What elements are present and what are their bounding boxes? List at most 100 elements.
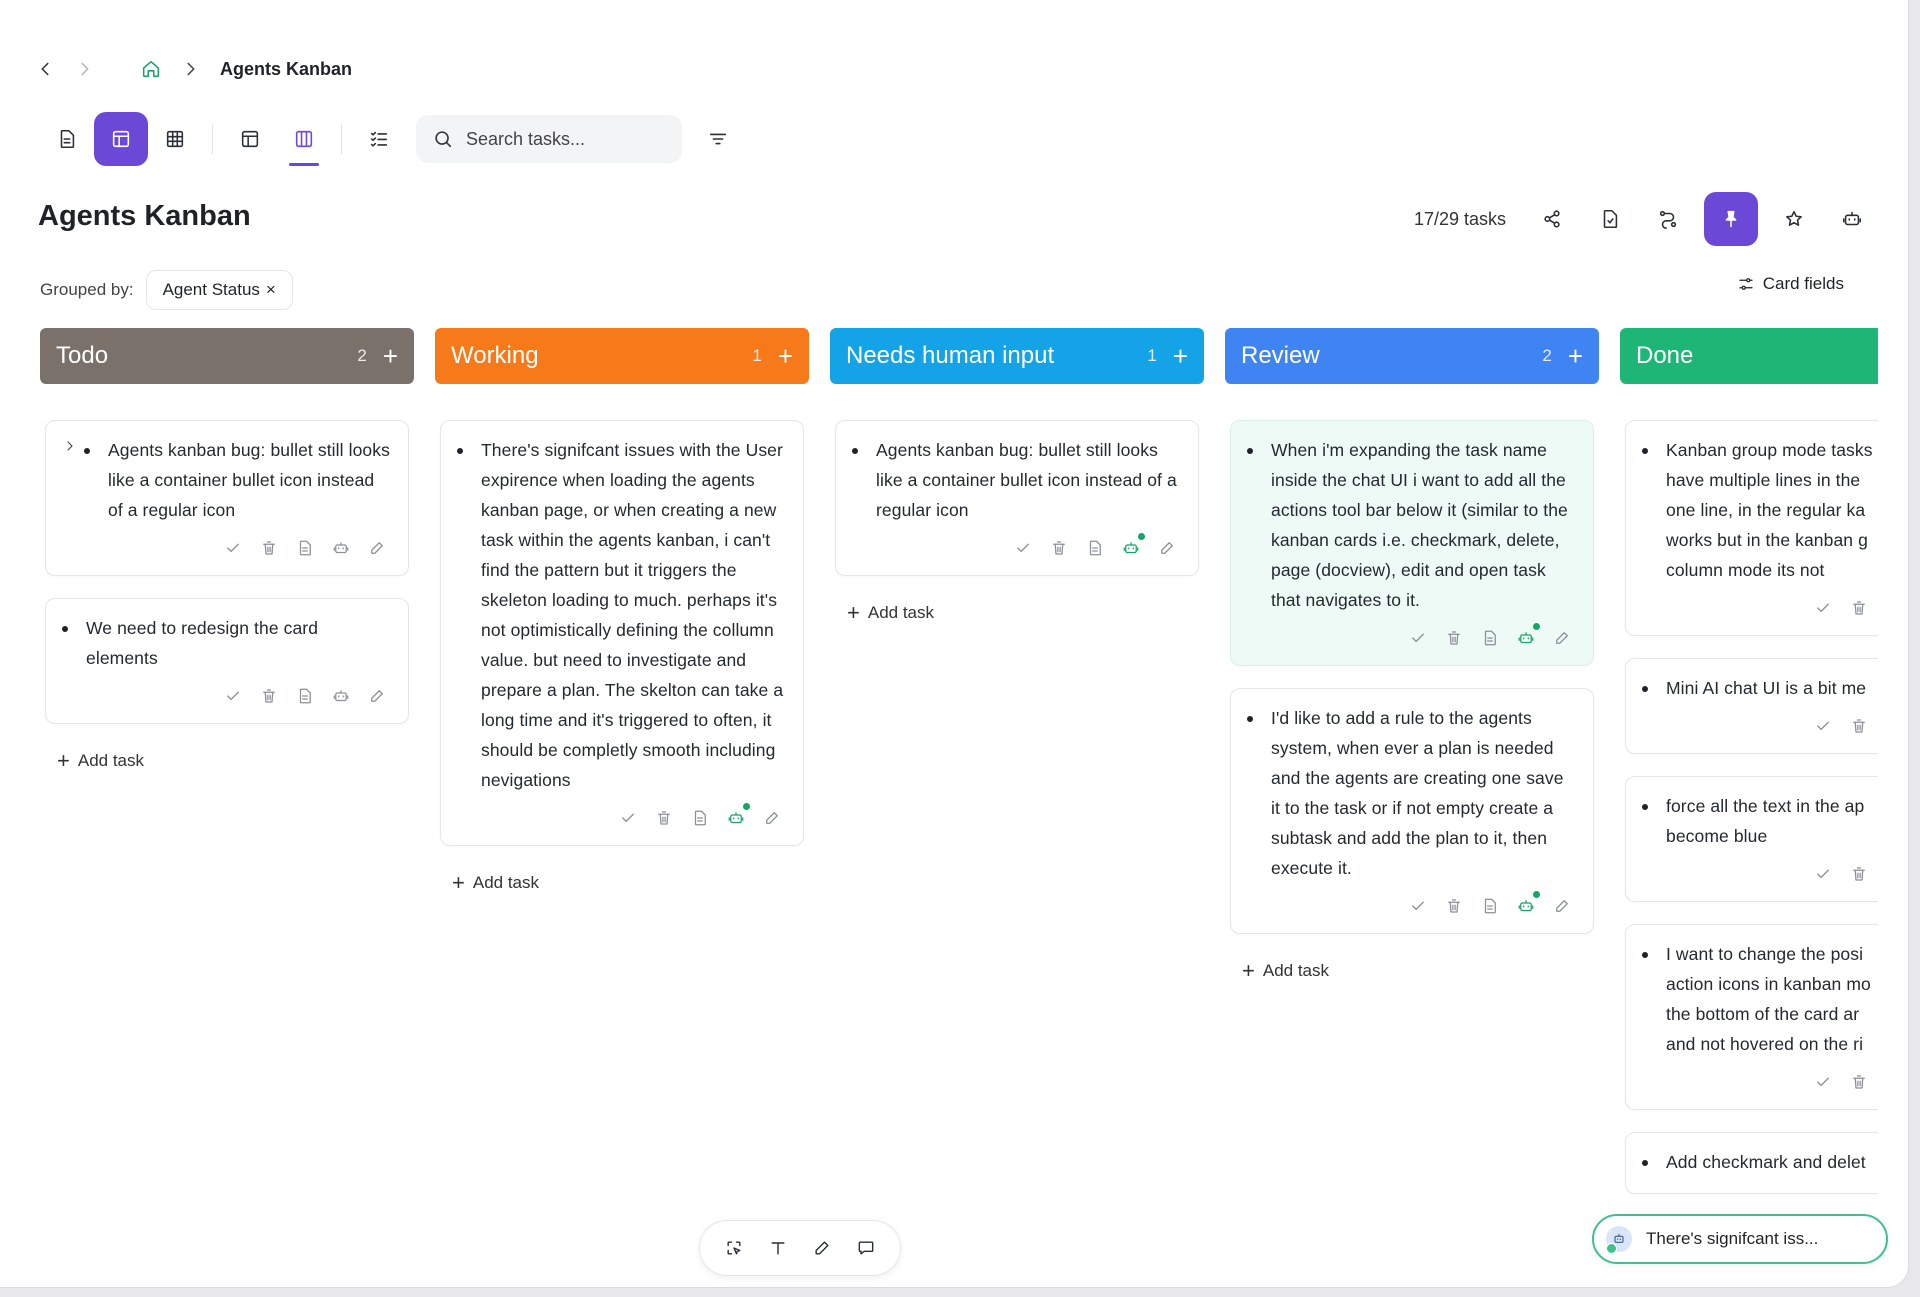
trash-icon[interactable] xyxy=(1443,627,1465,649)
doc-view-icon[interactable] xyxy=(689,807,711,829)
doc-view-icon[interactable] xyxy=(1479,627,1501,649)
edit-pencil-icon[interactable] xyxy=(1156,537,1178,559)
board-view-button[interactable] xyxy=(94,112,148,166)
star-icon[interactable] xyxy=(1772,197,1816,241)
task-title[interactable]: Agents kanban bug: bullet still looks li… xyxy=(876,435,1182,525)
task-card[interactable]: I'd like to add a rule to the agents sys… xyxy=(1230,688,1594,934)
agent-bot-icon[interactable] xyxy=(1515,891,1540,917)
breadcrumb-current[interactable]: Agents Kanban xyxy=(220,59,352,80)
add-card-icon[interactable]: + xyxy=(1568,343,1583,369)
bullet-icon xyxy=(1247,448,1253,454)
text-tool-icon[interactable] xyxy=(768,1238,788,1258)
check-icon[interactable] xyxy=(1812,715,1834,737)
task-title[interactable]: Kanban group mode tasks have multiple li… xyxy=(1666,435,1878,585)
check-icon[interactable] xyxy=(1407,627,1429,649)
task-card[interactable]: We need to redesign the card elements xyxy=(45,598,409,724)
add-card-icon[interactable]: + xyxy=(1173,343,1188,369)
agent-bot-icon[interactable] xyxy=(1120,533,1145,559)
task-title[interactable]: I want to change the posi action icons i… xyxy=(1666,939,1878,1059)
agent-bot-icon[interactable] xyxy=(725,803,750,829)
export-document-icon[interactable] xyxy=(1588,197,1632,241)
forward-icon[interactable] xyxy=(74,58,96,80)
group-chip-label: Agent Status xyxy=(162,280,260,299)
check-icon[interactable] xyxy=(222,537,244,559)
table-view-button[interactable] xyxy=(223,112,277,166)
task-title[interactable]: There's signifcant issues with the User … xyxy=(481,435,787,795)
check-icon[interactable] xyxy=(1812,597,1834,619)
agent-bot-icon[interactable] xyxy=(1515,623,1540,649)
check-icon[interactable] xyxy=(1407,895,1429,917)
check-icon[interactable] xyxy=(1812,863,1834,885)
task-title[interactable]: force all the text in the ap become blue xyxy=(1666,791,1878,851)
grid-view-button[interactable] xyxy=(148,112,202,166)
task-title[interactable]: When i'm expanding the task name inside … xyxy=(1271,435,1577,615)
remove-group-icon[interactable]: × xyxy=(266,280,276,300)
edit-pencil-icon[interactable] xyxy=(366,685,388,707)
doc-view-icon[interactable] xyxy=(1084,537,1106,559)
add-task-button[interactable]: + Add task xyxy=(835,598,1199,628)
share-icon[interactable] xyxy=(1530,197,1574,241)
task-card[interactable]: When i'm expanding the task name inside … xyxy=(1230,420,1594,666)
check-icon[interactable] xyxy=(1812,1071,1834,1093)
task-card[interactable]: Kanban group mode tasks have multiple li… xyxy=(1625,420,1878,636)
task-title[interactable]: I'd like to add a rule to the agents sys… xyxy=(1271,703,1577,883)
task-card[interactable]: Agents kanban bug: bullet still looks li… xyxy=(45,420,409,576)
task-title[interactable]: Mini AI chat UI is a bit me xyxy=(1666,673,1866,703)
add-card-icon[interactable]: + xyxy=(778,343,793,369)
trash-icon[interactable] xyxy=(653,807,675,829)
task-card[interactable]: Add checkmark and delet xyxy=(1625,1132,1878,1194)
back-icon[interactable] xyxy=(34,58,56,80)
add-card-icon[interactable]: + xyxy=(383,343,398,369)
agent-bot-icon[interactable] xyxy=(1830,197,1874,241)
column-header: Working 1 + xyxy=(435,328,809,384)
task-card[interactable]: force all the text in the ap become blue xyxy=(1625,776,1878,902)
home-icon[interactable] xyxy=(140,58,162,80)
task-card[interactable]: Agents kanban bug: bullet still looks li… xyxy=(835,420,1199,576)
add-task-button[interactable]: + Add task xyxy=(440,868,804,898)
column-title: Todo xyxy=(56,342,109,369)
add-task-button[interactable]: + Add task xyxy=(1230,956,1594,986)
trash-icon[interactable] xyxy=(1848,1071,1870,1093)
workflow-icon[interactable] xyxy=(1646,197,1690,241)
pen-tool-icon[interactable] xyxy=(812,1238,832,1258)
group-chip[interactable]: Agent Status × xyxy=(145,270,293,310)
search-input[interactable] xyxy=(464,127,658,151)
task-card[interactable]: I want to change the posi action icons i… xyxy=(1625,924,1878,1110)
expand-chevron-icon[interactable] xyxy=(62,438,78,457)
agent-bot-icon[interactable] xyxy=(330,685,352,707)
card-fields-button[interactable]: Card fields xyxy=(1737,274,1844,294)
edit-pencil-icon[interactable] xyxy=(761,807,783,829)
document-view-button[interactable] xyxy=(40,112,94,166)
trash-icon[interactable] xyxy=(1848,597,1870,619)
bullet-icon xyxy=(84,448,90,454)
trash-icon[interactable] xyxy=(1048,537,1070,559)
trash-icon[interactable] xyxy=(1848,715,1870,737)
trash-icon[interactable] xyxy=(258,537,280,559)
kanban-view-button[interactable] xyxy=(277,112,331,166)
task-card[interactable]: Mini AI chat UI is a bit me xyxy=(1625,658,1878,754)
check-icon[interactable] xyxy=(617,807,639,829)
task-title[interactable]: Add checkmark and delet xyxy=(1666,1147,1866,1177)
check-icon[interactable] xyxy=(222,685,244,707)
comment-tool-icon[interactable] xyxy=(856,1238,876,1258)
select-tool-icon[interactable] xyxy=(724,1238,744,1258)
task-title[interactable]: We need to redesign the card elements xyxy=(86,613,392,673)
agent-bot-icon[interactable] xyxy=(330,537,352,559)
trash-icon[interactable] xyxy=(1848,863,1870,885)
edit-pencil-icon[interactable] xyxy=(1551,895,1573,917)
check-icon[interactable] xyxy=(1012,537,1034,559)
edit-pencil-icon[interactable] xyxy=(366,537,388,559)
task-title[interactable]: Agents kanban bug: bullet still looks li… xyxy=(108,435,392,525)
add-task-button[interactable]: + Add task xyxy=(45,746,409,776)
agent-chat-pill[interactable]: There's signifcant iss... xyxy=(1592,1214,1888,1264)
doc-view-icon[interactable] xyxy=(294,537,316,559)
pin-icon[interactable] xyxy=(1704,192,1758,246)
checklist-view-button[interactable] xyxy=(352,112,406,166)
trash-icon[interactable] xyxy=(1443,895,1465,917)
filter-icon[interactable] xyxy=(696,117,740,161)
trash-icon[interactable] xyxy=(258,685,280,707)
doc-view-icon[interactable] xyxy=(294,685,316,707)
edit-pencil-icon[interactable] xyxy=(1551,627,1573,649)
doc-view-icon[interactable] xyxy=(1479,895,1501,917)
task-card[interactable]: There's signifcant issues with the User … xyxy=(440,420,804,846)
